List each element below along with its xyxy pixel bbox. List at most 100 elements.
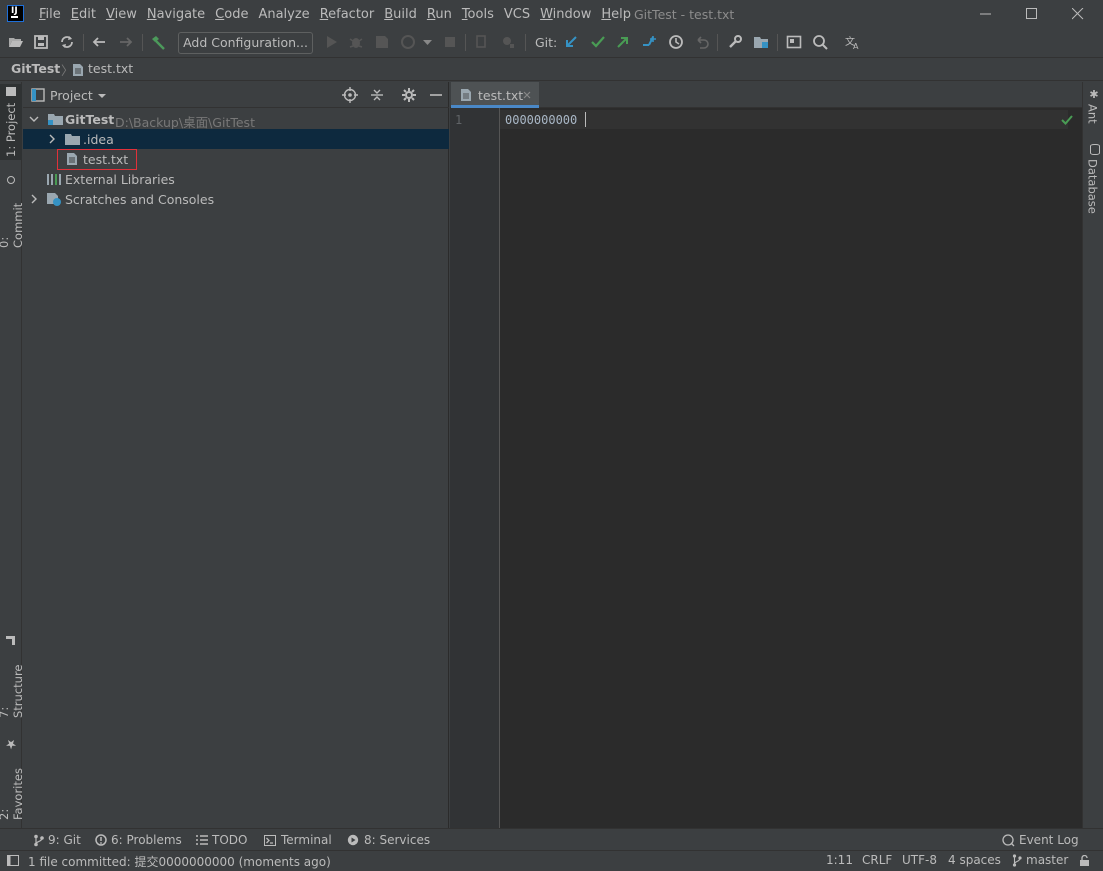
- project-panel-title[interactable]: Project: [50, 88, 93, 103]
- chevron-down-icon[interactable]: [97, 92, 107, 100]
- scratches-icon: [47, 193, 61, 206]
- hide-panel-icon[interactable]: [428, 87, 444, 103]
- folder-icon: [6, 87, 16, 97]
- tree-row-root[interactable]: GitTest D:\Backup\桌面\GitTest: [23, 109, 449, 130]
- toggle-tool-windows-icon[interactable]: [7, 855, 19, 866]
- tool-event-log[interactable]: Event Log: [1002, 833, 1079, 847]
- rollback-icon[interactable]: [693, 33, 711, 51]
- coverage-icon[interactable]: [373, 33, 391, 51]
- stop-icon[interactable]: [441, 33, 459, 51]
- tool-todo-label: TODO: [212, 833, 248, 847]
- chevron-right-icon[interactable]: [29, 194, 39, 204]
- tab-ant[interactable]: ✱ Ant: [1082, 88, 1103, 130]
- maximize-button[interactable]: [1009, 0, 1055, 29]
- gear-icon[interactable]: [401, 87, 417, 103]
- menu-help[interactable]: Help: [596, 0, 636, 29]
- status-caret-position[interactable]: 1:11: [826, 853, 853, 867]
- locate-file-icon[interactable]: [342, 87, 358, 103]
- breadcrumb-file[interactable]: test.txt: [88, 61, 133, 76]
- close-window-button[interactable]: [1055, 0, 1101, 29]
- git-update-icon[interactable]: [562, 33, 580, 51]
- menu-view[interactable]: View: [101, 0, 142, 29]
- tool-todo[interactable]: TODO: [196, 833, 247, 847]
- settings-wrench-icon[interactable]: [726, 33, 744, 51]
- sync-icon[interactable]: [58, 33, 76, 51]
- chevron-down-icon[interactable]: [419, 33, 437, 51]
- profile-icon[interactable]: [399, 33, 417, 51]
- save-all-icon[interactable]: [32, 33, 50, 51]
- status-message[interactable]: 1 file committed: 提交0000000000 (moments …: [28, 853, 331, 870]
- tab-database[interactable]: Database: [1082, 144, 1103, 216]
- tree-row-scratches[interactable]: Scratches and Consoles: [23, 189, 449, 209]
- tab-project[interactable]: 1: Project: [0, 84, 22, 160]
- attach-debugger-icon[interactable]: [473, 33, 491, 51]
- git-merge-icon[interactable]: [640, 33, 658, 51]
- debug-icon[interactable]: [347, 33, 365, 51]
- inspection-ok-icon[interactable]: [1061, 114, 1073, 126]
- text-caret: [585, 112, 586, 127]
- menu-analyze[interactable]: Analyze: [253, 0, 314, 29]
- status-git-branch[interactable]: master: [1012, 853, 1068, 867]
- presentation-mode-icon[interactable]: [785, 33, 803, 51]
- menu-window[interactable]: Window: [535, 0, 596, 29]
- project-structure-icon[interactable]: [752, 33, 770, 51]
- build-hammer-icon[interactable]: [149, 33, 167, 51]
- run-icon[interactable]: [322, 33, 340, 51]
- add-configuration-button[interactable]: Add Configuration...: [178, 32, 313, 54]
- menu-tools[interactable]: Tools: [457, 0, 499, 29]
- tool-problems[interactable]: 6: Problems: [95, 833, 182, 847]
- tool-event-log-label: Event Log: [1019, 833, 1079, 847]
- minimize-button[interactable]: [963, 0, 1009, 29]
- tool-terminal-label: Terminal: [281, 833, 332, 847]
- search-everywhere-run-icon[interactable]: [499, 33, 517, 51]
- menu-file[interactable]: File: [34, 0, 66, 29]
- tab-ant-label: Ant: [1085, 104, 1100, 124]
- breadcrumb-project[interactable]: GitTest: [11, 61, 60, 76]
- tool-git[interactable]: 9: Git: [33, 833, 81, 847]
- tree-row-test-txt[interactable]: test.txt: [23, 149, 449, 170]
- tree-row-external-libraries[interactable]: External Libraries: [23, 169, 449, 189]
- back-arrow-icon[interactable]: [90, 33, 108, 51]
- lock-icon[interactable]: [1079, 855, 1090, 867]
- menu-edit[interactable]: Edit: [66, 0, 101, 29]
- git-commit-check-icon[interactable]: [589, 33, 607, 51]
- forward-arrow-icon[interactable]: [117, 33, 135, 51]
- minimize-icon: [980, 13, 991, 15]
- code-line[interactable]: 0000000000: [505, 113, 577, 127]
- status-line-separator[interactable]: CRLF: [862, 853, 892, 867]
- menu-vcs[interactable]: VCS: [499, 0, 535, 29]
- svg-text:A: A: [853, 42, 859, 51]
- menu-refactor[interactable]: Refactor: [315, 0, 380, 29]
- star-icon: ★: [3, 736, 19, 751]
- menu-build[interactable]: Build: [379, 0, 422, 29]
- tree-root-name: GitTest: [65, 112, 115, 127]
- tab-structure-label: 7: Structure: [0, 664, 25, 719]
- git-push-icon[interactable]: [614, 33, 632, 51]
- tree-item-label: test.txt: [83, 152, 129, 167]
- editor-tab-bar: [450, 82, 1082, 108]
- editor-tab-label: test.txt: [478, 88, 524, 103]
- menu-navigate[interactable]: Navigate: [142, 0, 210, 29]
- tab-favorites[interactable]: 2: Favorites ★: [0, 736, 25, 820]
- tab-commit[interactable]: 0: Commit: [0, 176, 25, 248]
- event-log-icon: [1002, 833, 1015, 846]
- menu-run[interactable]: Run: [422, 0, 457, 29]
- tab-structure[interactable]: 7: Structure: [0, 636, 25, 719]
- chevron-right-icon[interactable]: [47, 134, 57, 144]
- search-icon[interactable]: [811, 33, 829, 51]
- editor-area[interactable]: [450, 108, 1082, 828]
- collapse-all-icon[interactable]: [369, 87, 385, 103]
- chevron-expanded-icon[interactable]: [29, 114, 39, 124]
- status-indent[interactable]: 4 spaces: [948, 853, 1001, 867]
- menu-code[interactable]: Code: [210, 0, 253, 29]
- status-encoding[interactable]: UTF-8: [902, 853, 937, 867]
- open-folder-icon[interactable]: [7, 33, 25, 51]
- tool-terminal[interactable]: Terminal: [264, 833, 332, 847]
- tree-row-idea[interactable]: .idea: [23, 129, 449, 149]
- tool-services[interactable]: 8: Services: [347, 833, 430, 847]
- history-clock-icon[interactable]: [667, 33, 685, 51]
- git-branch-icon: [1012, 853, 1022, 867]
- editor-tab-test-txt[interactable]: test.txt: [451, 82, 539, 108]
- translate-icon[interactable]: 文A: [844, 33, 862, 51]
- close-icon[interactable]: [523, 91, 531, 99]
